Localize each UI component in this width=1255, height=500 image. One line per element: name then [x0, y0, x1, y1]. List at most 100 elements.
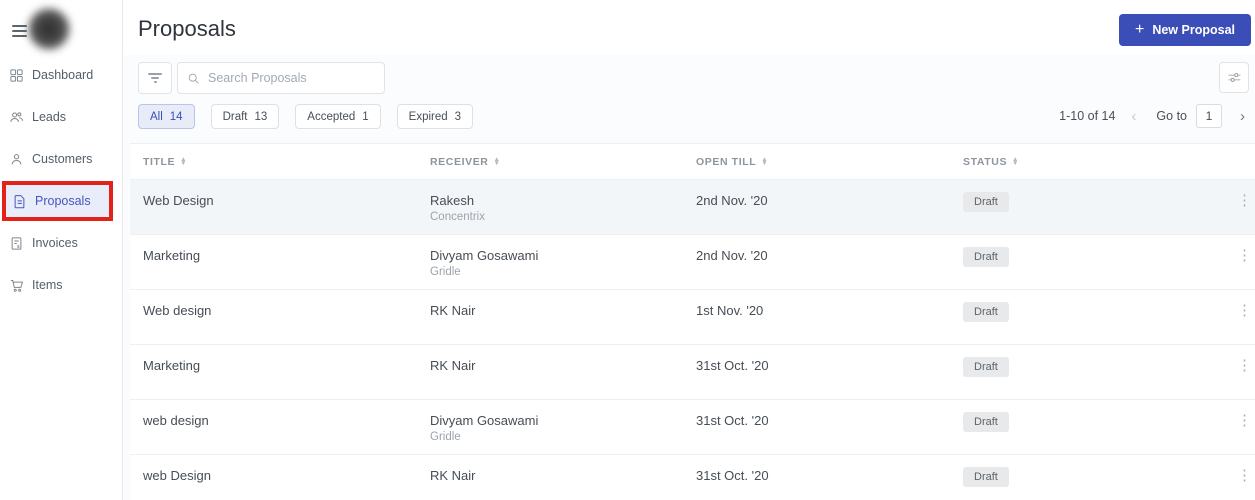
cell-receiver: Rakesh Concentrix — [417, 180, 683, 223]
sidebar-item-dashboard[interactable]: Dashboard — [0, 60, 123, 90]
chip-expired[interactable]: Expired 3 — [396, 104, 474, 129]
row-actions-menu-icon[interactable]: ⋮ — [1221, 290, 1255, 318]
status-badge: Draft — [963, 412, 1009, 432]
cell-receiver: RK Nair — [430, 468, 476, 483]
receiver-org: Gridle — [430, 266, 461, 278]
pagination-range: 1-10 of 14 — [1059, 109, 1116, 123]
cell-open-till: 1st Nov. '20 — [696, 303, 764, 318]
table-row[interactable]: web Design RK Nair 31st Oct. '20 Draft ⋮ — [130, 454, 1255, 500]
sidebar-item-label: Proposals — [35, 194, 91, 208]
chip-accepted[interactable]: Accepted 1 — [295, 104, 381, 129]
cell-receiver: Divyam Gosawami Gridle — [417, 235, 683, 278]
table-row[interactable]: Marketing RK Nair 31st Oct. '20 Draft ⋮ — [130, 344, 1255, 399]
sidebar-item-customers[interactable]: Customers — [0, 144, 123, 174]
hamburger-menu-icon[interactable] — [12, 25, 27, 38]
table-row[interactable]: Web Design Rakesh Concentrix 2nd Nov. '2… — [130, 179, 1255, 234]
sidebar-item-label: Customers — [32, 152, 93, 166]
customers-icon — [9, 152, 24, 167]
sort-icon: ▲ ▼ — [761, 155, 769, 167]
status-badge: Draft — [963, 357, 1009, 377]
funnel-icon — [148, 73, 162, 75]
sort-icon: ▲ ▼ — [180, 155, 188, 167]
column-header-status[interactable]: STATUS ▲ ▼ — [950, 156, 1130, 168]
cell-title: web Design — [143, 468, 211, 483]
row-actions-menu-icon[interactable]: ⋮ — [1221, 400, 1255, 428]
cell-title: web design — [143, 413, 209, 428]
svg-text:$: $ — [17, 243, 20, 248]
sidebar-item-label: Items — [32, 278, 63, 292]
filter-button[interactable] — [138, 62, 172, 94]
sort-icon: ▲ ▼ — [493, 155, 501, 167]
sidebar-item-label: Invoices — [32, 236, 78, 250]
row-actions-menu-icon[interactable]: ⋮ — [1221, 235, 1255, 263]
cell-title: Web Design — [143, 193, 214, 208]
dashboard-icon — [9, 68, 24, 83]
goto-label: Go to — [1156, 109, 1187, 123]
page-title: Proposals — [138, 16, 236, 41]
receiver-org: Gridle — [430, 431, 461, 443]
cell-title: Marketing — [143, 358, 201, 373]
sidebar-item-invoices[interactable]: $ Invoices — [0, 228, 123, 258]
cell-open-till: 31st Oct. '20 — [696, 468, 769, 483]
cell-status: Draft — [950, 455, 1130, 487]
cell-status: Draft — [950, 180, 1130, 212]
pagination: 1-10 of 14 ‹ Go to › — [1059, 103, 1245, 129]
status-badge: Draft — [963, 302, 1009, 322]
search-box — [177, 62, 385, 94]
cell-open-till: 2nd Nov. '20 — [696, 193, 768, 208]
cell-title: Web design — [143, 303, 212, 318]
chip-draft[interactable]: Draft 13 — [210, 104, 280, 129]
cell-open-till: 2nd Nov. '20 — [696, 248, 768, 263]
filter-chips: All 14 Draft 13 Accepted 1 Expired 3 — [138, 104, 474, 129]
cell-receiver: RK Nair — [430, 303, 476, 318]
new-proposal-button[interactable]: + New Proposal — [1118, 14, 1251, 46]
row-actions-menu-icon[interactable]: ⋮ — [1221, 180, 1255, 208]
sidebar-item-items[interactable]: Items — [0, 270, 123, 300]
sidebar: Dashboard Leads Customers Proposals $ In… — [0, 0, 123, 500]
row-actions-menu-icon[interactable]: ⋮ — [1221, 455, 1255, 483]
cell-receiver: Divyam Gosawami Gridle — [417, 400, 683, 443]
cart-icon — [9, 278, 24, 293]
sidebar-item-leads[interactable]: Leads — [0, 102, 123, 132]
cell-title: Marketing — [143, 248, 201, 263]
column-header-open-till[interactable]: OPEN TILL ▲ ▼ — [683, 156, 950, 168]
search-icon — [188, 73, 199, 84]
cell-receiver: RK Nair — [430, 358, 476, 373]
column-header-receiver[interactable]: RECEIVER ▲ ▼ — [417, 156, 683, 168]
table-header-row: TITLE ▲ ▼ RECEIVER ▲ ▼ OPEN TILL ▲ ▼ STATUS… — [130, 144, 1255, 179]
proposals-page: Dashboard Leads Customers Proposals $ In… — [0, 0, 1255, 500]
invoices-icon: $ — [9, 236, 24, 251]
status-badge: Draft — [963, 192, 1009, 212]
sidebar-item-label: Dashboard — [32, 68, 94, 82]
status-badge: Draft — [963, 247, 1009, 267]
column-settings-button[interactable] — [1219, 62, 1249, 93]
row-actions-menu-icon[interactable]: ⋮ — [1221, 345, 1255, 373]
sliders-icon — [1228, 73, 1240, 82]
cell-status: Draft — [950, 400, 1130, 432]
sidebar-item-proposals[interactable]: Proposals — [6, 185, 110, 217]
table-row[interactable]: Marketing Divyam Gosawami Gridle 2nd Nov… — [130, 234, 1255, 289]
app-logo — [27, 7, 71, 51]
table-row[interactable]: web design Divyam Gosawami Gridle 31st O… — [130, 399, 1255, 454]
page-header — [124, 0, 1255, 55]
table-row[interactable]: Web design RK Nair 1st Nov. '20 Draft ⋮ — [130, 289, 1255, 344]
sort-icon: ▲ ▼ — [1012, 155, 1020, 167]
cell-open-till: 31st Oct. '20 — [696, 358, 769, 373]
cell-status: Draft — [950, 290, 1130, 322]
cell-open-till: 31st Oct. '20 — [696, 413, 769, 428]
column-header-title[interactable]: TITLE ▲ ▼ — [130, 156, 417, 168]
sidebar-item-label: Leads — [32, 110, 67, 124]
chip-all[interactable]: All 14 — [138, 104, 195, 129]
next-page-icon[interactable]: › — [1240, 108, 1245, 125]
plus-icon: + — [1134, 21, 1145, 38]
search-input[interactable] — [208, 71, 375, 85]
page-number-input[interactable] — [1196, 104, 1222, 128]
cell-status: Draft — [950, 345, 1130, 377]
status-badge: Draft — [963, 467, 1009, 487]
proposals-icon — [12, 194, 27, 209]
previous-page-icon[interactable]: ‹ — [1131, 108, 1136, 125]
leads-icon — [9, 110, 24, 125]
main-content: Proposals + New Proposal All14 Draft13 — [124, 0, 1255, 500]
proposals-table: TITLE ▲ ▼ RECEIVER ▲ ▼ OPEN TILL ▲ ▼ STATUS… — [130, 143, 1255, 500]
receiver-org: Concentrix — [430, 211, 485, 223]
